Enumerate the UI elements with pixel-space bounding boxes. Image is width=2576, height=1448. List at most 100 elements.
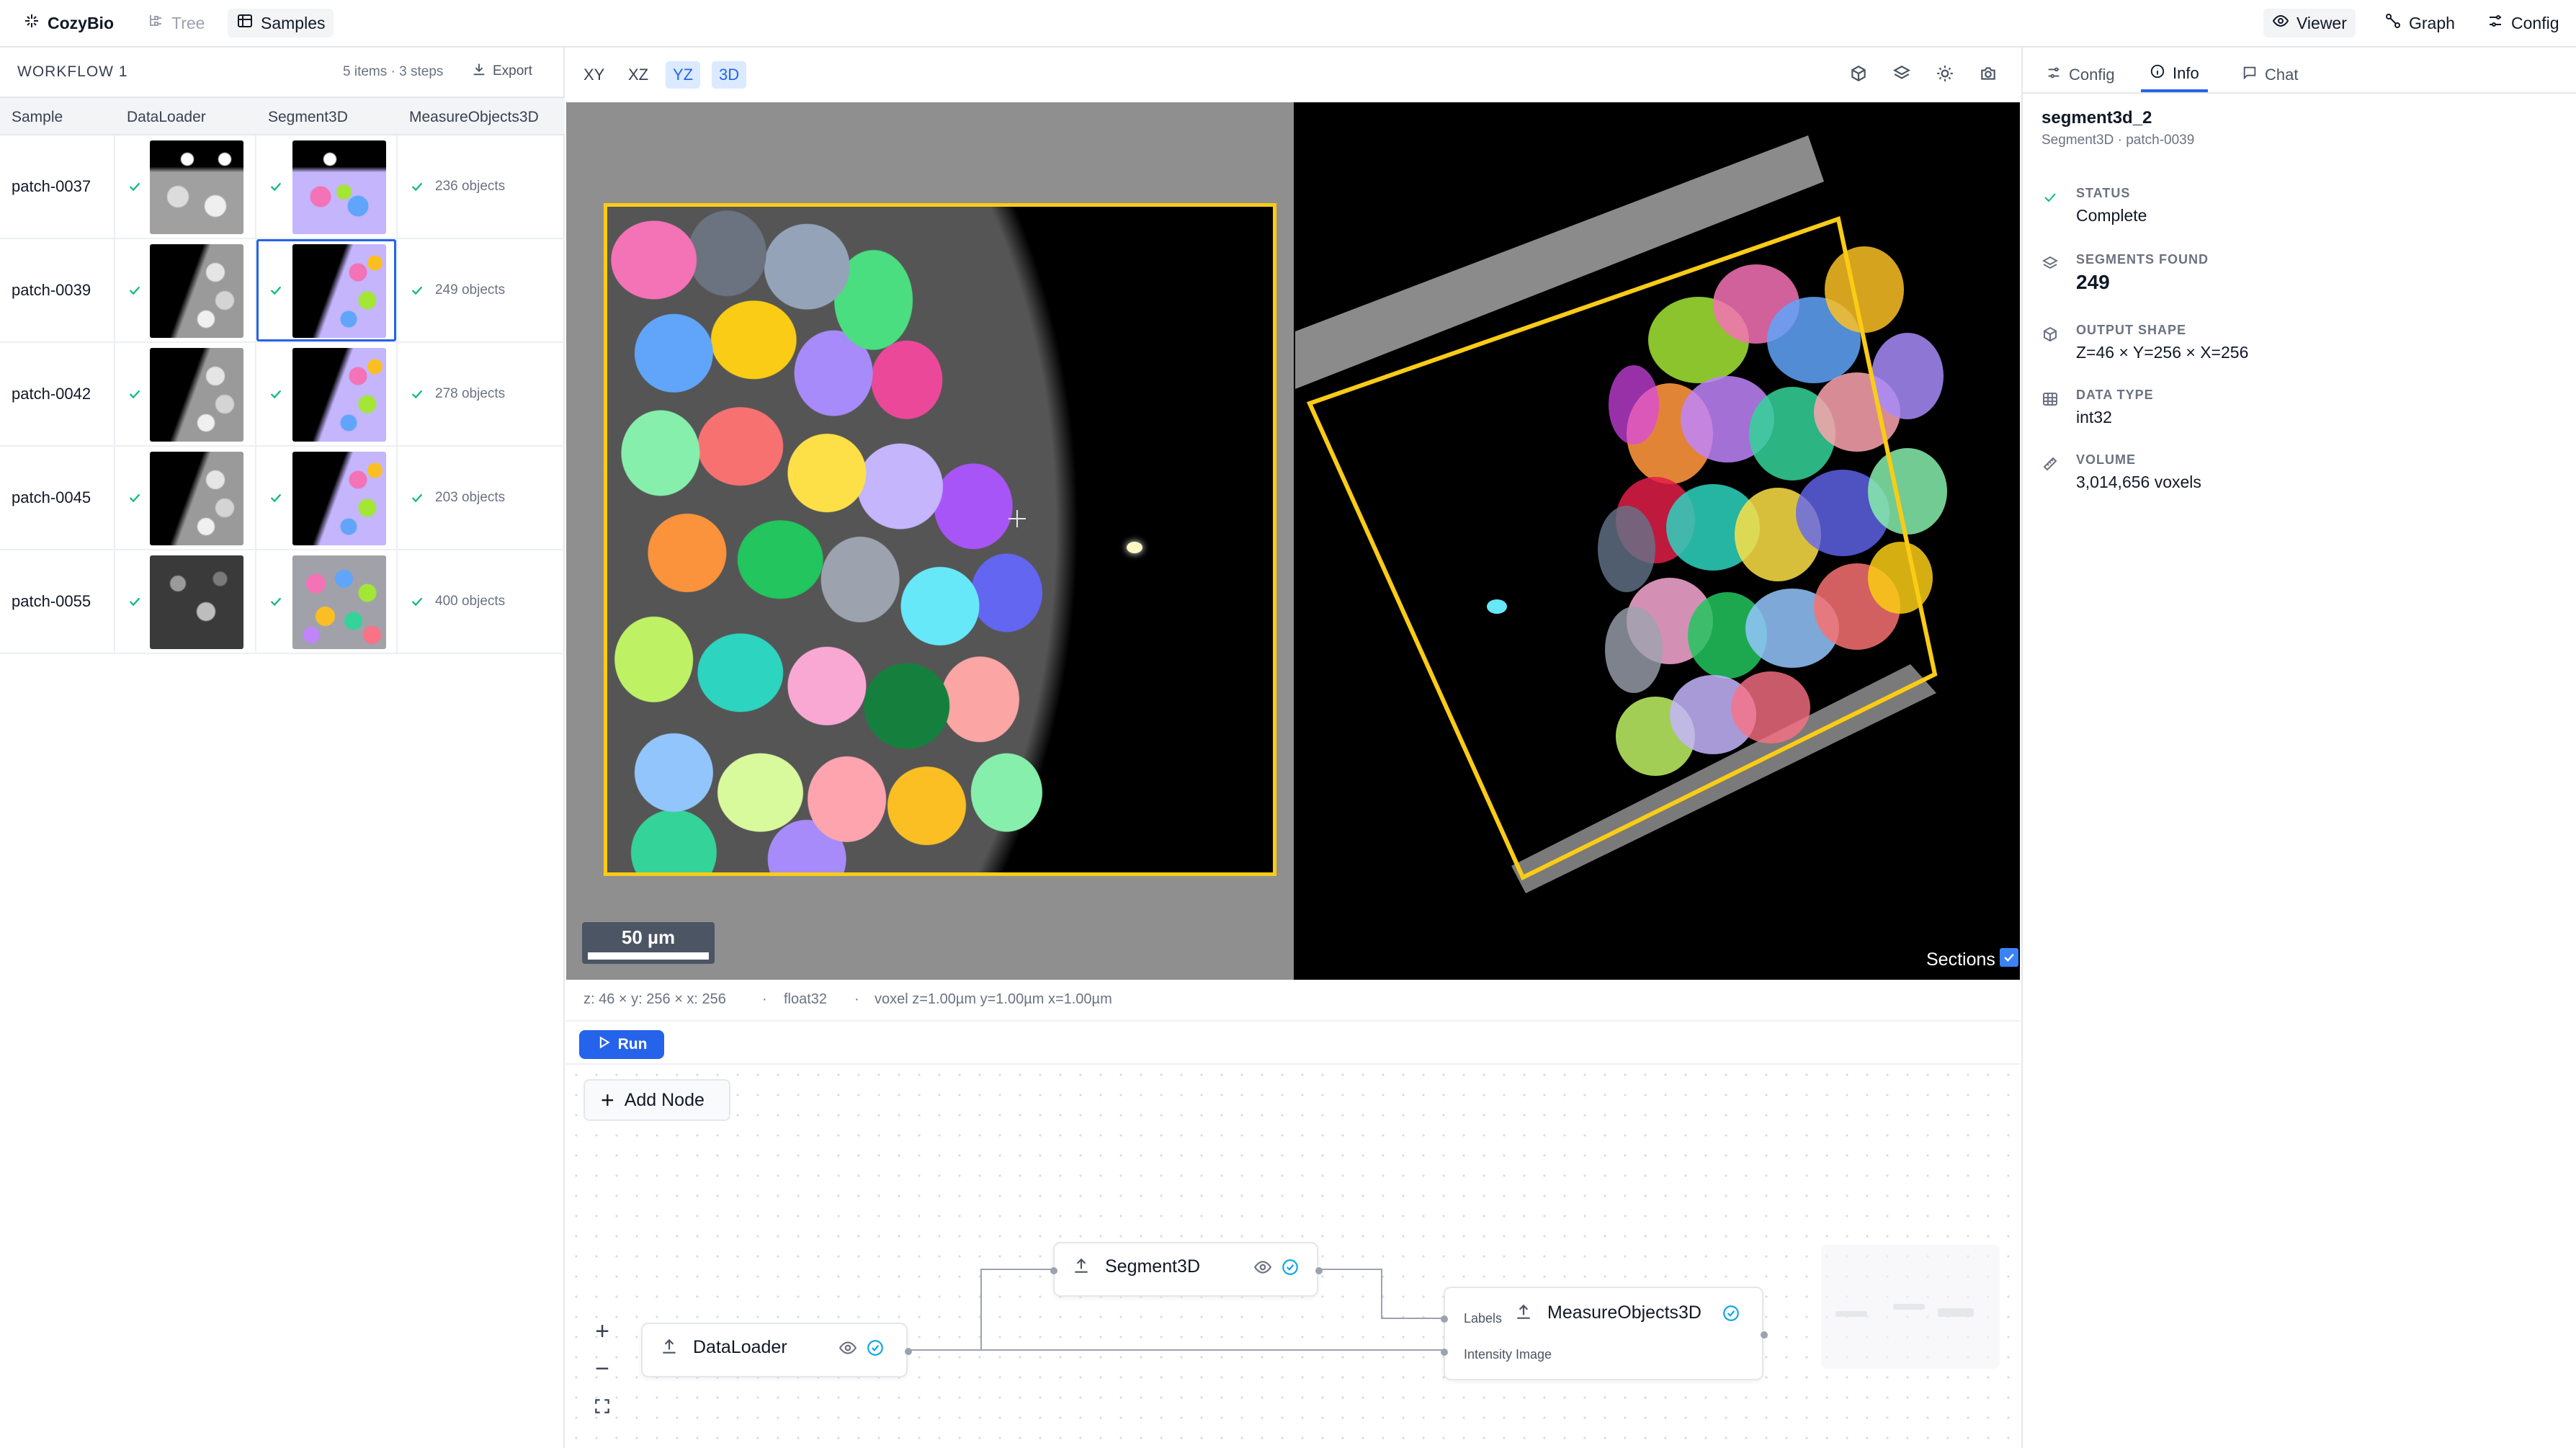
node-segment3d[interactable]: Segment3D <box>1050 1242 1323 1297</box>
brightness-button[interactable] <box>1933 63 1956 86</box>
tab-3d[interactable]: 3D <box>712 61 747 89</box>
tab-xy[interactable]: XY <box>576 61 612 89</box>
input-port[interactable] <box>1050 1267 1057 1274</box>
segment3d-thumbnail[interactable] <box>292 348 386 442</box>
screenshot-button[interactable] <box>1977 63 2000 86</box>
node-subtitle: Segment3D · patch-0039 <box>2041 133 2195 148</box>
image-viewport[interactable]: 50 µm Sections <box>566 102 2020 980</box>
column-header[interactable]: MeasureObjects3D <box>409 109 539 126</box>
table-row[interactable]: patch-0055 400 objects <box>0 550 565 654</box>
segment3d-thumbnail[interactable] <box>292 244 386 338</box>
sample-name: patch-0037 <box>12 177 91 195</box>
check-icon <box>129 493 140 503</box>
info-status: STATUS Complete <box>2041 186 2560 243</box>
slice-view[interactable]: 50 µm <box>566 102 1294 980</box>
sliders-icon <box>2046 65 2062 85</box>
segmentation-slice[interactable] <box>604 203 1276 876</box>
viewer-button[interactable]: Viewer <box>2263 9 2356 37</box>
sample-name: patch-0042 <box>12 385 91 403</box>
dataloader-thumbnail[interactable] <box>150 452 243 545</box>
output-port[interactable] <box>905 1348 912 1355</box>
tab-config[interactable]: Config <box>2037 58 2124 92</box>
layers-button[interactable] <box>1890 63 1913 86</box>
info-value: Z=46 × Y=256 × X=256 <box>2076 343 2249 362</box>
nav-samples[interactable]: Samples <box>228 9 334 37</box>
dataloader-thumbnail[interactable] <box>150 348 243 442</box>
play-icon <box>596 1035 611 1054</box>
tab-xz[interactable]: XZ <box>621 61 656 89</box>
fit-view-button[interactable] <box>588 1392 617 1421</box>
table-row[interactable]: patch-0042 278 objects <box>0 343 565 447</box>
zoom-controls: + − <box>583 1317 621 1432</box>
viewer-toolbar: XY XZ YZ 3D <box>566 48 2020 102</box>
status-check-icon <box>1281 1258 1300 1280</box>
check-icon <box>270 597 282 607</box>
segment3d-thumbnail[interactable] <box>292 452 386 545</box>
scale-bar: 50 µm <box>582 922 715 964</box>
zoom-out-button[interactable]: − <box>588 1354 617 1383</box>
output-port[interactable] <box>1315 1267 1323 1274</box>
voxel-size: voxel z=1.00µm y=1.00µm x=1.00µm <box>875 991 1112 1007</box>
node-measureobjects3d[interactable]: Labels MeasureObjects3D Intensity Image <box>1441 1287 1768 1380</box>
dataloader-thumbnail[interactable] <box>150 140 243 234</box>
input-port-labels[interactable] <box>1441 1315 1448 1323</box>
check-icon <box>129 390 140 399</box>
tab-info-label: Info <box>2173 64 2199 82</box>
viewer-status-bar: z: 46 × y: 256 × x: 256 · float32 · voxe… <box>566 980 2020 1022</box>
run-toolbar: Run <box>566 1022 2020 1065</box>
table-row[interactable]: patch-0037 236 objects <box>0 135 565 239</box>
check-icon <box>411 182 423 192</box>
volume-3d-view[interactable]: Sections <box>1295 102 2020 980</box>
run-button[interactable]: Run <box>579 1030 664 1059</box>
node-name: segment3d_2 <box>2041 108 2152 128</box>
samples-table: Sample DataLoader Segment3D MeasureObjec… <box>0 97 565 654</box>
volume-rendering[interactable] <box>1295 102 2020 980</box>
tab-info[interactable]: Info <box>2141 58 2208 92</box>
table-row[interactable]: patch-0045 203 objects <box>0 447 565 550</box>
node-dataloader[interactable]: DataLoader <box>641 1323 912 1377</box>
output-port[interactable] <box>1761 1331 1768 1338</box>
graph-minimap[interactable] <box>1821 1245 2000 1369</box>
app-logo[interactable]: CozyBio <box>14 9 122 37</box>
nav-tree[interactable]: Tree <box>138 9 213 37</box>
info-label: DATA TYPE <box>2076 388 2154 402</box>
dataloader-thumbnail[interactable] <box>150 244 243 338</box>
run-label: Run <box>617 1036 648 1053</box>
column-header[interactable]: Segment3D <box>268 109 348 126</box>
node-title: Segment3D <box>1105 1256 1201 1277</box>
eye-icon <box>2272 12 2289 34</box>
info-label: STATUS <box>2076 186 2131 200</box>
object-count: 278 objects <box>435 386 506 401</box>
column-header[interactable]: Sample <box>12 109 63 126</box>
table-row[interactable]: patch-0039 249 objects <box>0 239 565 343</box>
graph-icon <box>2384 12 2402 34</box>
config-button[interactable]: Config <box>2478 9 2567 37</box>
input-port-intensity[interactable] <box>1441 1349 1448 1356</box>
column-header[interactable]: DataLoader <box>127 109 206 126</box>
check-icon <box>270 390 282 399</box>
info-data-type: DATA TYPE int32 <box>2041 388 2560 445</box>
sample-name: patch-0055 <box>12 592 91 610</box>
scale-bar-label: 50 µm <box>621 926 676 948</box>
sample-name: patch-0045 <box>12 488 91 506</box>
sections-checkbox[interactable] <box>2000 948 2018 967</box>
tab-chat[interactable]: Chat <box>2233 58 2307 92</box>
eye-icon[interactable] <box>838 1338 857 1361</box>
sun-icon <box>1936 64 1954 86</box>
workflow-title: WORKFLOW 1 <box>17 63 128 80</box>
segment3d-thumbnail[interactable] <box>292 555 386 649</box>
graph-button[interactable]: Graph <box>2376 9 2464 37</box>
tab-yz[interactable]: YZ <box>666 61 701 89</box>
dataloader-thumbnail[interactable] <box>150 555 243 649</box>
info-value: int32 <box>2076 408 2112 426</box>
zoom-in-button[interactable]: + <box>588 1317 617 1346</box>
workflow-graph-canvas[interactable]: + Add Node Segment3D DataLoader Labels M… <box>566 1065 2020 1448</box>
eye-icon[interactable] <box>1253 1258 1272 1280</box>
cube-view-button[interactable] <box>1847 63 1870 86</box>
app-name: CozyBio <box>48 13 114 32</box>
export-button[interactable]: Export <box>471 61 532 82</box>
upload-icon <box>1514 1302 1533 1325</box>
info-volume: VOLUME 3,014,656 voxels <box>2041 452 2560 510</box>
segment3d-thumbnail[interactable] <box>292 140 386 234</box>
node-title: MeasureObjects3D <box>1547 1302 1701 1323</box>
